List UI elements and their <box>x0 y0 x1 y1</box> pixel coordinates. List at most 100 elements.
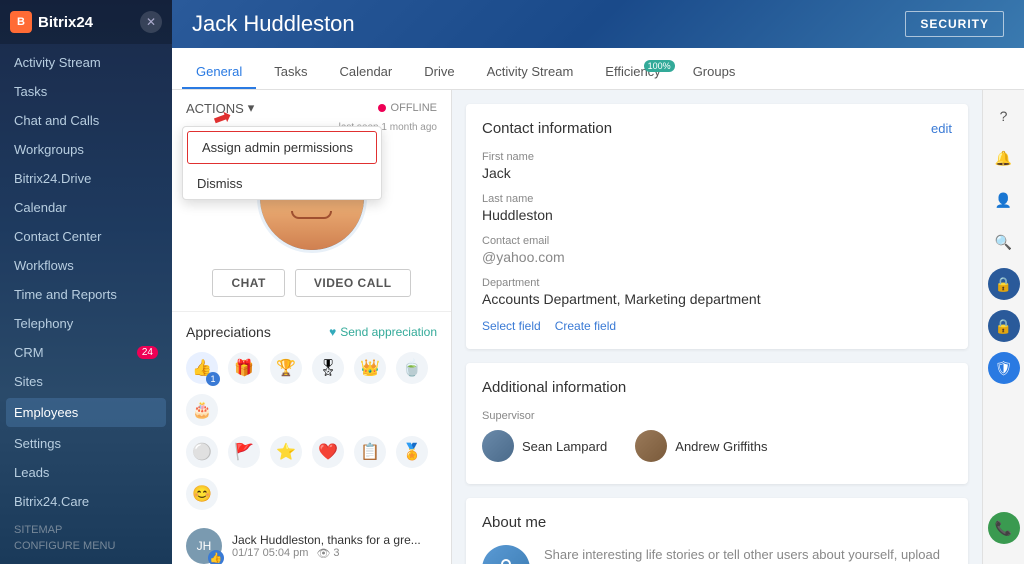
select-field-link[interactable]: Select field <box>482 319 541 333</box>
appreciations-header: Appreciations ♥ Send appreciation <box>186 324 437 340</box>
last-name-field: Last name Huddleston <box>482 193 952 223</box>
user-icon: 👤 <box>995 192 1012 209</box>
sidebar-close-button[interactable]: ✕ <box>140 11 162 33</box>
emoji-tea[interactable]: 🍵 <box>396 352 428 384</box>
sidebar-logo: B Bitrix24 <box>10 11 93 33</box>
sidebar: B Bitrix24 ✕ Activity Stream Tasks Chat … <box>0 0 172 564</box>
sidebar-item-bitrix24care[interactable]: Bitrix24.Care <box>0 487 172 516</box>
shield-button[interactable]: 🛡 <box>988 352 1020 384</box>
send-appreciation-label: Send appreciation <box>340 325 437 339</box>
call-button[interactable]: 📞 <box>988 512 1020 544</box>
sidebar-item-contact-center[interactable]: Contact Center <box>0 222 172 251</box>
additional-info-header: Additional information <box>482 379 952 396</box>
tab-groups[interactable]: Groups <box>679 56 750 89</box>
sidebar-item-settings[interactable]: Settings <box>0 429 172 458</box>
last-name-value: Huddleston <box>482 207 952 223</box>
content-area: ACTIONS ▾ OFFLINE ➡ Assign admin permiss… <box>172 90 1024 564</box>
heart-icon: ♥ <box>329 325 336 339</box>
chat-button[interactable]: CHAT <box>212 269 284 297</box>
profile-button[interactable]: 👤 <box>988 184 1020 216</box>
emoji-clipboard[interactable]: 📋 <box>354 436 386 468</box>
sidebar-item-workflows[interactable]: Workflows <box>0 251 172 280</box>
tab-general[interactable]: General <box>182 56 256 89</box>
emoji-flag[interactable]: 🚩 <box>228 436 260 468</box>
additional-info-card: Additional information Supervisor Sean L… <box>466 363 968 484</box>
dismiss-item[interactable]: Dismiss <box>183 168 381 199</box>
sidebar-logo-text: Bitrix24 <box>38 14 93 31</box>
sidebar-nav: Activity Stream Tasks Chat and Calls Wor… <box>0 44 172 516</box>
contact-info-card: Contact information edit First name Jack… <box>466 104 968 349</box>
lock2-icon: 🔒 <box>995 318 1012 335</box>
field-actions: Select field Create field <box>482 319 952 333</box>
supervisor-label: Supervisor <box>482 410 952 422</box>
sidebar-item-label: Sites <box>14 374 43 389</box>
lock1-button[interactable]: 🔒 <box>988 268 1020 300</box>
create-field-link[interactable]: Create field <box>555 319 616 333</box>
sitemap-link[interactable]: SITEMAP <box>14 524 158 536</box>
sidebar-item-label: Bitrix24.Care <box>14 494 89 509</box>
bitrix-logo-icon: B <box>10 11 32 33</box>
tab-tasks[interactable]: Tasks <box>260 56 321 89</box>
emoji-star[interactable]: ⭐ <box>270 436 302 468</box>
help-button[interactable]: ? <box>988 100 1020 132</box>
sidebar-item-label: Leads <box>14 465 49 480</box>
sidebar-item-sites[interactable]: Sites <box>0 367 172 396</box>
notification-button[interactable]: 🔔 <box>988 142 1020 174</box>
contact-info-title: Contact information <box>482 120 612 137</box>
tab-drive[interactable]: Drive <box>410 56 468 89</box>
lock2-button[interactable]: 🔒 <box>988 310 1020 342</box>
emoji-circle[interactable]: ⚪ <box>186 436 218 468</box>
emoji-row-1: 👍 1 🎁 🏆 🎖 👑 🍵 🎂 <box>186 352 437 426</box>
sidebar-item-tasks[interactable]: Tasks <box>0 77 172 106</box>
sidebar-item-chat-calls[interactable]: Chat and Calls <box>0 106 172 135</box>
emoji-medal[interactable]: 🎖 <box>312 352 344 384</box>
emoji-thumbsup[interactable]: 👍 1 <box>186 352 218 384</box>
assign-admin-item[interactable]: Assign admin permissions <box>187 131 377 164</box>
bell-icon: 🔔 <box>995 150 1012 167</box>
sidebar-item-calendar[interactable]: Calendar <box>0 193 172 222</box>
email-field: Contact email @yahoo.com <box>482 235 952 265</box>
sidebar-item-activity-stream[interactable]: Activity Stream <box>0 48 172 77</box>
about-me-title: About me <box>482 514 546 531</box>
sidebar-item-label: Contact Center <box>14 229 101 244</box>
tab-activity-stream[interactable]: Activity Stream <box>473 56 588 89</box>
emoji-cake[interactable]: 🎂 <box>186 394 218 426</box>
supervisor-name-sean: Sean Lampard <box>522 439 607 454</box>
supervisor-sean: Sean Lampard <box>482 430 607 462</box>
profile-actions: CHAT VIDEO CALL <box>172 269 451 311</box>
sidebar-item-label: Time and Reports <box>14 287 117 302</box>
page-title: Jack Huddleston <box>192 11 355 37</box>
efficiency-badge: 100% <box>644 60 675 72</box>
sidebar-item-time-reports[interactable]: Time and Reports <box>0 280 172 309</box>
emoji-crown[interactable]: 👑 <box>354 352 386 384</box>
chevron-down-icon: ▾ <box>248 100 255 116</box>
supervisor-avatar-andrew <box>635 430 667 462</box>
emoji-heart[interactable]: ❤️ <box>312 436 344 468</box>
activity-text: Jack Huddleston, thanks for a gre... <box>232 533 437 547</box>
sidebar-item-leads[interactable]: Leads <box>0 458 172 487</box>
video-call-button[interactable]: VIDEO CALL <box>295 269 411 297</box>
sidebar-item-bitrix24drive[interactable]: Bitrix24.Drive <box>0 164 172 193</box>
assign-admin-label: Assign admin permissions <box>202 140 353 155</box>
lock1-icon: 🔒 <box>995 276 1012 293</box>
profile-header: ACTIONS ▾ OFFLINE ➡ Assign admin permiss… <box>172 90 451 122</box>
sidebar-item-telephony[interactable]: Telephony <box>0 309 172 338</box>
first-name-field: First name Jack <box>482 151 952 181</box>
department-value: Accounts Department, Marketing departmen… <box>482 291 952 307</box>
tab-efficiency[interactable]: 100% Efficiency <box>591 56 674 89</box>
tab-calendar[interactable]: Calendar <box>325 56 406 89</box>
emoji-gift[interactable]: 🎁 <box>228 352 260 384</box>
shield-icon: 🛡 <box>995 360 1013 377</box>
emoji-smile[interactable]: 😊 <box>186 478 218 510</box>
edit-link[interactable]: edit <box>931 121 952 136</box>
security-button[interactable]: SECURITY <box>905 11 1004 37</box>
emoji-trophy[interactable]: 🏆 <box>270 352 302 384</box>
search-button[interactable]: 🔍 <box>988 226 1020 258</box>
sidebar-item-employees[interactable]: Employees <box>6 398 166 427</box>
sidebar-item-crm[interactable]: CRM 24 <box>0 338 172 367</box>
actions-dropdown: ➡ Assign admin permissions Dismiss <box>182 126 382 200</box>
sidebar-item-workgroups[interactable]: Workgroups <box>0 135 172 164</box>
configure-menu-link[interactable]: CONFIGURE MENU <box>14 540 158 552</box>
send-appreciation-button[interactable]: ♥ Send appreciation <box>329 325 437 339</box>
emoji-sports-medal[interactable]: 🏅 <box>396 436 428 468</box>
